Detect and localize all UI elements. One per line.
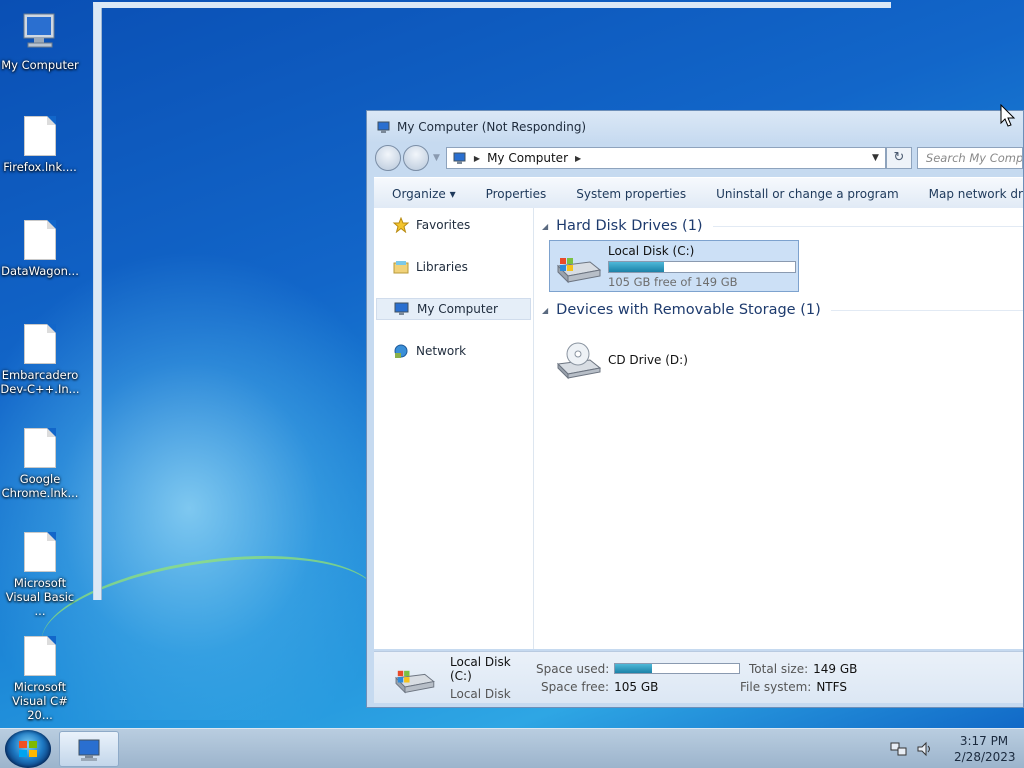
nav-item-network[interactable]: Network <box>374 340 533 362</box>
details-drive-type: Local Disk <box>450 686 511 701</box>
details-usage-bar <box>614 663 740 674</box>
group-header-removable[interactable]: ◢ Devices with Removable Storage (1) <box>534 298 1023 322</box>
network-icon <box>394 344 408 358</box>
clock-time: 3:17 PM <box>959 734 1009 748</box>
details-drive-name: Local Disk (C:) <box>450 654 511 683</box>
forward-button[interactable] <box>403 145 429 171</box>
volume-icon[interactable] <box>916 741 934 757</box>
desktop-icon-my-computer[interactable]: My Computer <box>0 10 80 72</box>
space-used-label: Space used: <box>536 661 610 676</box>
properties-button[interactable]: Properties <box>471 187 562 201</box>
document-icon <box>24 636 56 676</box>
address-dropdown-icon[interactable]: ▼ <box>872 153 879 163</box>
desktop-icon-vcsharp[interactable]: Microsoft Visual C# 20... <box>0 636 80 722</box>
system-tray: 3:17 PM 2/28/2023 <box>890 733 1016 765</box>
computer-icon <box>23 13 55 48</box>
computer-icon <box>453 152 466 164</box>
clock-date: 2/28/2023 <box>954 750 1016 764</box>
taskbar: 3:17 PM 2/28/2023 <box>0 728 1024 768</box>
drive-tile-d[interactable]: CD Drive (D:) <box>549 334 799 386</box>
desktop-icon-label: Microsoft Visual C# 20... <box>12 680 68 722</box>
hard-drive-icon <box>395 670 435 693</box>
document-icon <box>24 116 56 156</box>
drive-tile-c[interactable]: Local Disk (C:) 105 GB free of 149 GB <box>549 240 799 292</box>
document-icon <box>24 532 56 572</box>
document-icon <box>24 324 56 364</box>
group-header-hard-disks[interactable]: ◢ Hard Disk Drives (1) <box>534 214 1023 238</box>
total-size-label: Total size: <box>749 661 809 676</box>
search-input[interactable]: Search My Computer <box>916 147 1023 169</box>
command-bar: Organize ▾ Properties System properties … <box>374 177 1024 211</box>
desktop-icon-chrome[interactable]: Google Chrome.lnk... <box>0 428 80 500</box>
refresh-button[interactable]: ↻ <box>885 147 912 169</box>
star-icon <box>392 217 410 233</box>
main-pane: ◢ Hard Disk Drives (1) Local Disk (C:) 1… <box>534 208 1023 649</box>
desktop-icon-label: Embarcadero Dev-C++.In... <box>0 368 80 396</box>
content-area: Favorites Libraries My Computer Network … <box>374 208 1023 649</box>
desktop-icon-firefox[interactable]: Firefox.lnk.... <box>0 116 80 174</box>
details-usage-fill <box>615 664 652 673</box>
navigation-pane: Favorites Libraries My Computer Network <box>374 208 534 649</box>
desktop-icon-vb[interactable]: Microsoft Visual Basic ... <box>0 532 80 618</box>
computer-icon <box>78 739 100 761</box>
mouse-cursor-icon <box>1000 104 1016 127</box>
recent-pages-dropdown[interactable]: ▼ <box>433 153 440 163</box>
total-size-value: 149 GB <box>813 661 858 676</box>
document-icon <box>24 428 56 468</box>
explorer-window: My Computer (Not Responding) ▼ ▶ My Comp… <box>366 110 1024 708</box>
back-button[interactable] <box>375 145 401 171</box>
nav-item-favorites[interactable]: Favorites <box>374 214 533 236</box>
map-network-drive-button[interactable]: Map network drive <box>914 187 1024 201</box>
breadcrumb-arrow-icon[interactable]: ▶ <box>474 154 480 163</box>
window-title: My Computer (Not Responding) <box>397 120 587 134</box>
collapse-arrow-icon[interactable]: ◢ <box>542 222 548 231</box>
nav-item-libraries[interactable]: Libraries <box>374 256 533 278</box>
drive-usage-fill <box>609 261 664 272</box>
breadcrumb-arrow-icon[interactable]: ▶ <box>575 154 581 163</box>
network-status-icon[interactable] <box>890 741 908 757</box>
desktop-icon-label: Microsoft Visual Basic ... <box>5 576 75 618</box>
desktop-icon-label: My Computer <box>1 58 79 72</box>
computer-icon <box>394 302 409 315</box>
cd-drive-icon <box>556 342 602 380</box>
file-system-value: NTFS <box>816 679 847 694</box>
desktop-icon-devcpp[interactable]: Embarcadero Dev-C++.In... <box>0 324 80 396</box>
desktop-icon-label: Firefox.lnk.... <box>3 160 77 174</box>
system-properties-button[interactable]: System properties <box>561 187 701 201</box>
file-system-label: File system: <box>740 679 812 694</box>
organize-button[interactable]: Organize ▾ <box>374 187 471 201</box>
taskbar-item-my-computer[interactable] <box>59 731 119 767</box>
breadcrumb-my-computer[interactable]: My Computer <box>487 151 568 165</box>
drive-usage-bar <box>608 260 796 273</box>
uninstall-program-button[interactable]: Uninstall or change a program <box>701 187 914 201</box>
libraries-icon <box>393 261 409 274</box>
drive-free-space: 105 GB free of 149 GB <box>608 274 738 289</box>
drive-name: Local Disk (C:) <box>608 243 695 258</box>
desktop-icon-label: DataWagon... <box>1 264 79 278</box>
space-free-value: 105 GB <box>614 679 659 694</box>
windows-logo-icon <box>19 741 37 757</box>
start-button[interactable] <box>5 730 51 768</box>
collapse-arrow-icon[interactable]: ◢ <box>542 306 548 315</box>
desktop-icon-datawagon[interactable]: DataWagon... <box>0 220 80 278</box>
nav-item-my-computer[interactable]: My Computer <box>376 298 531 320</box>
desktop-icon-label: Google Chrome.lnk... <box>1 472 79 500</box>
computer-icon <box>377 121 390 133</box>
system-clock[interactable]: 3:17 PM 2/28/2023 <box>954 733 1016 765</box>
space-free-label: Space free: <box>541 679 610 694</box>
details-pane: Local Disk (C:) Local Disk Space used: S… <box>374 651 1023 703</box>
navigation-bar: ▼ ▶ My Computer ▶ ▼ ↻ Search My Computer <box>367 143 1023 173</box>
document-icon <box>24 220 56 260</box>
hard-drive-icon <box>556 258 602 284</box>
drive-name: CD Drive (D:) <box>608 353 688 367</box>
window-titlebar[interactable]: My Computer (Not Responding) <box>367 111 1023 143</box>
address-bar[interactable]: ▶ My Computer ▶ ▼ <box>445 147 886 169</box>
